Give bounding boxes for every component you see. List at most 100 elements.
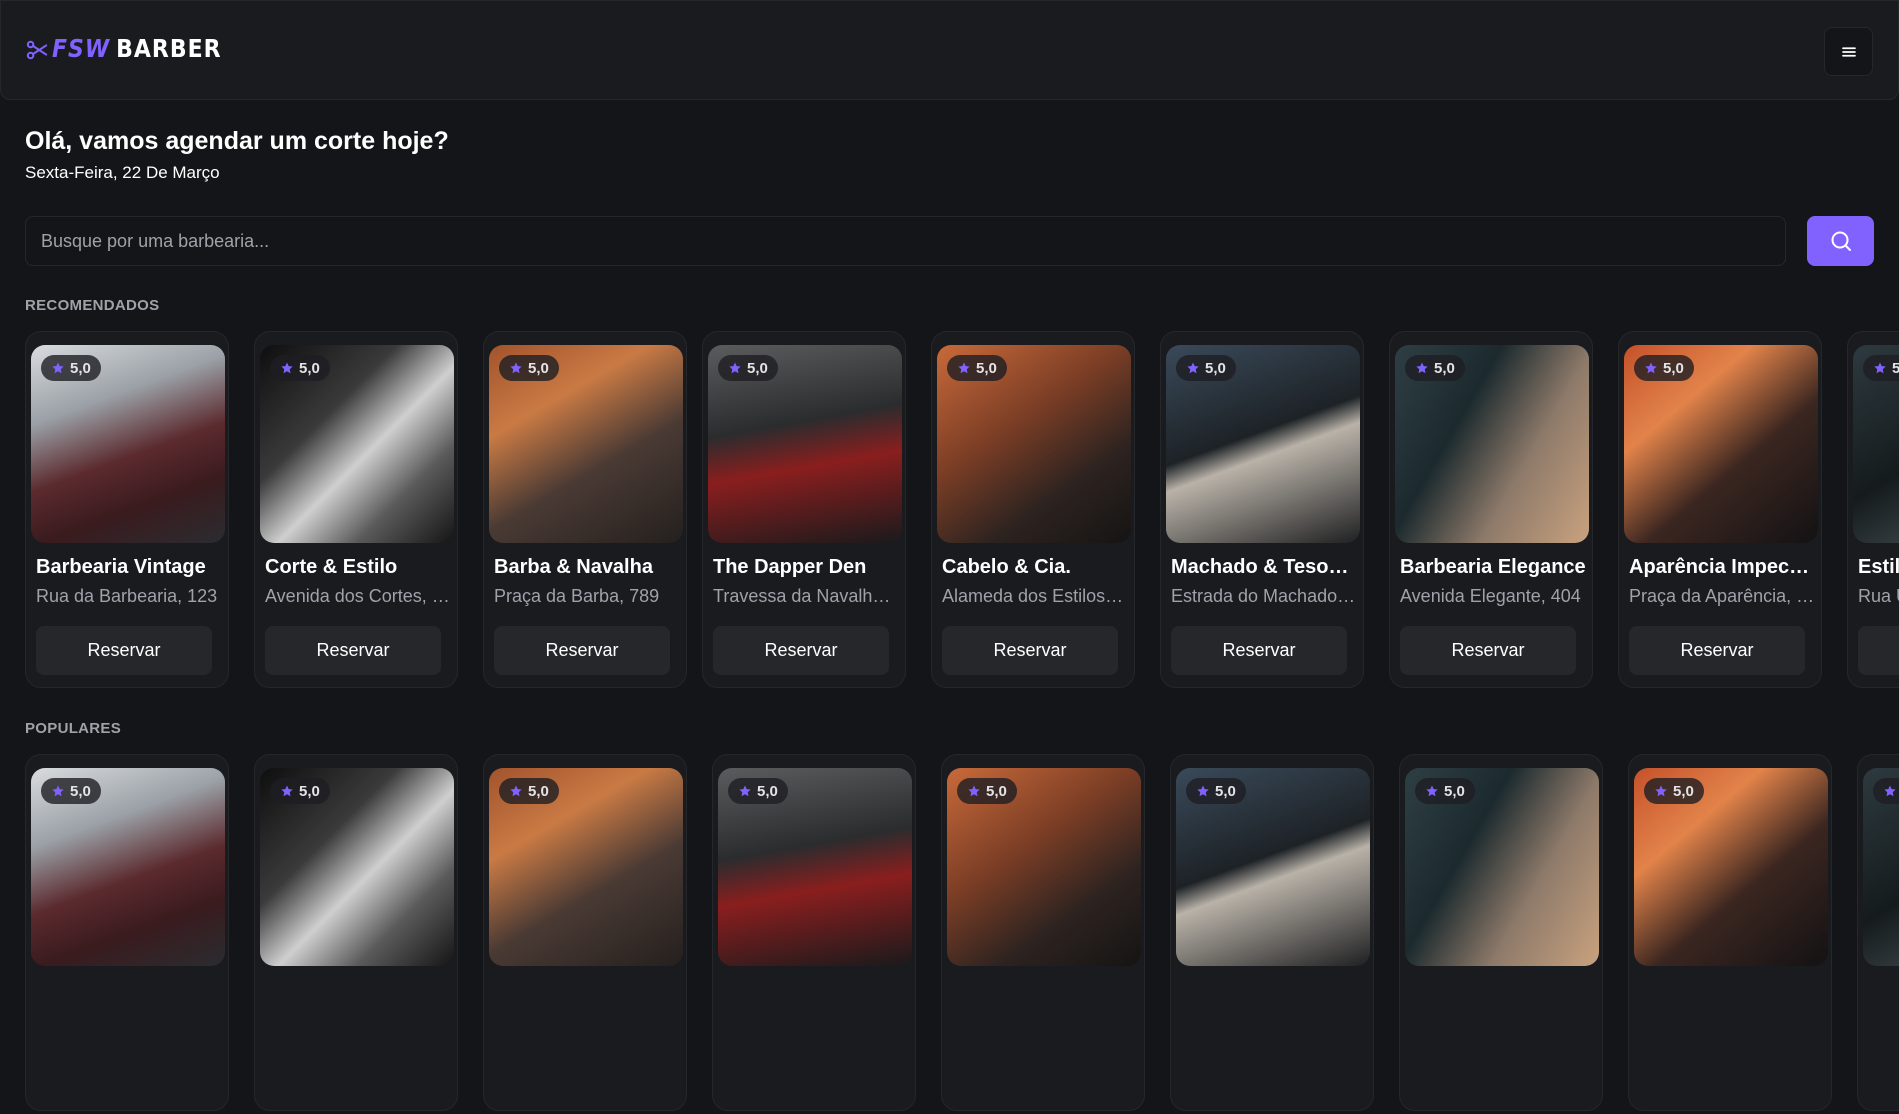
rating-value: 5,0 — [299, 782, 320, 800]
rating-badge: 5,0 — [1186, 778, 1246, 804]
recommended-carousel[interactable]: 5,0 Barbearia Vintage Rua da Barbearia, 12… — [25, 331, 1899, 691]
barbershop-address: Avenida dos Cortes, 456 — [265, 586, 451, 606]
reserve-button[interactable]: Reservar — [713, 626, 889, 675]
reserve-button[interactable]: Reservar — [494, 626, 670, 675]
rating-badge: 5,0 — [270, 355, 330, 381]
greeting-title: Olá, vamos agendar um corte hoje? — [25, 127, 449, 155]
reserve-button[interactable]: Reservar — [265, 626, 441, 675]
barbershop-card[interactable]: 5,0 Barbearia Vintage Rua da Barbearia, 12… — [25, 331, 229, 688]
rating-value: 5,0 — [1892, 359, 1899, 377]
barbershop-card[interactable]: 5,0 — [1399, 754, 1603, 1111]
barbershop-image: 5,0 — [1634, 768, 1828, 966]
star-icon — [1884, 785, 1896, 797]
barbershop-image: 5,0 — [1624, 345, 1818, 543]
app-header: FSW BARBER — [0, 0, 1899, 100]
barbershop-name: Corte & Estilo — [265, 556, 398, 578]
star-icon — [510, 362, 522, 374]
rating-value: 5,0 — [986, 782, 1007, 800]
rating-value: 5,0 — [70, 359, 91, 377]
rating-value: 5,0 — [1215, 782, 1236, 800]
star-icon — [968, 785, 980, 797]
logo-text: FSW BARBER — [52, 35, 222, 64]
barbershop-image: 5,0 — [947, 768, 1141, 966]
logo[interactable]: FSW BARBER — [26, 35, 222, 64]
rating-value: 5,0 — [747, 359, 768, 377]
menu-button[interactable] — [1824, 27, 1873, 76]
rating-value: 5,0 — [1663, 359, 1684, 377]
barbershop-name: The Dapper Den — [713, 556, 867, 578]
barbershop-card[interactable]: 5,0 — [1628, 754, 1832, 1111]
barbershop-card[interactable]: 5,0 — [25, 754, 229, 1111]
reserve-button[interactable]: Reservar — [1629, 626, 1805, 675]
barbershop-card[interactable]: 5,0 Estilo Urbano Rua Urbana, 606 Reservar — [1847, 331, 1899, 688]
barbershop-name: Barbearia Vintage — [36, 556, 206, 578]
barbershop-name: Barbearia Elegance — [1400, 556, 1586, 578]
star-icon — [1655, 785, 1667, 797]
rating-badge: 5,0 — [499, 355, 559, 381]
barbershop-name: Aparência Impecável — [1629, 556, 1815, 578]
rating-badge: 5,0 — [1863, 355, 1899, 381]
star-icon — [1874, 362, 1886, 374]
barbershop-card[interactable]: 5,0 The Dapper Den Travessa da Navalha, 10… — [702, 331, 906, 688]
barbershop-card[interactable]: 5,0 Machado & Tesoura Estrada do Machado, … — [1160, 331, 1364, 688]
search-button[interactable] — [1807, 216, 1874, 266]
barbershop-image: 5,0 — [1395, 345, 1589, 543]
barbershop-name: Barba & Navalha — [494, 556, 653, 578]
reserve-button[interactable]: Reservar — [1400, 626, 1576, 675]
logo-name: BARBER — [116, 35, 222, 64]
rating-value: 5,0 — [757, 782, 778, 800]
barbershop-address: Travessa da Navalha, 101 — [713, 586, 899, 606]
reserve-button[interactable]: Reservar — [36, 626, 212, 675]
popular-carousel[interactable]: 5,0 5,0 5,0 5,0 5,0 5,0 5,0 5,0 5,0 — [25, 754, 1899, 1114]
reserve-button[interactable]: Reservar — [1171, 626, 1347, 675]
barbershop-image: 5,0 — [1176, 768, 1370, 966]
barbershop-address: Praça da Barba, 789 — [494, 586, 660, 606]
barbershop-name: Machado & Tesoura — [1171, 556, 1357, 578]
rating-badge: 5,0 — [957, 778, 1017, 804]
star-icon — [1187, 362, 1199, 374]
barbershop-image: 5,0 — [718, 768, 912, 966]
search-input[interactable] — [25, 216, 1786, 266]
barbershop-address: Rua Urbana, 606 — [1858, 586, 1899, 606]
barbershop-card[interactable]: 5,0 — [712, 754, 916, 1111]
rating-value: 5,0 — [1673, 782, 1694, 800]
star-icon — [1416, 362, 1428, 374]
rating-badge: 5,0 — [1634, 355, 1694, 381]
star-icon — [52, 785, 64, 797]
reserve-button[interactable]: Reservar — [942, 626, 1118, 675]
barbershop-card[interactable]: 5,0 — [254, 754, 458, 1111]
barbershop-card[interactable]: 5,0 — [941, 754, 1145, 1111]
barbershop-card[interactable]: 5,0 — [483, 754, 687, 1111]
barbershop-image: 5,0 — [708, 345, 902, 543]
reserve-button[interactable]: Reservar — [1858, 626, 1899, 675]
barbershop-card[interactable]: 5,0 Aparência Impecável Praça da Aparência… — [1618, 331, 1822, 688]
barbershop-image: 5,0 — [1166, 345, 1360, 543]
barbershop-image: 5,0 — [1405, 768, 1599, 966]
barbershop-image: 5,0 — [260, 345, 454, 543]
rating-value: 5,0 — [70, 782, 91, 800]
barbershop-address: Estrada do Machado, 303 — [1171, 586, 1357, 606]
rating-badge: 5,0 — [1415, 778, 1475, 804]
rating-value: 5,0 — [528, 359, 549, 377]
rating-badge: 5,0 — [270, 778, 330, 804]
rating-badge: 5,0 — [1405, 355, 1465, 381]
star-icon — [1197, 785, 1209, 797]
barbershop-card[interactable]: 5,0 — [1170, 754, 1374, 1111]
star-icon — [281, 785, 293, 797]
barbershop-address: Alameda dos Estilos, 202 — [942, 586, 1128, 606]
section-title-recommended: RECOMENDADOS — [25, 297, 160, 314]
star-icon — [52, 362, 64, 374]
barbershop-card[interactable]: 5,0 Corte & Estilo Avenida dos Cortes, 456… — [254, 331, 458, 688]
rating-value: 5,0 — [528, 782, 549, 800]
barbershop-card[interactable]: 5,0 — [1857, 754, 1899, 1111]
barbershop-image: 5,0 — [1853, 345, 1899, 543]
star-icon — [958, 362, 970, 374]
barbershop-card[interactable]: 5,0 Barbearia Elegance Avenida Elegante, 4… — [1389, 331, 1593, 688]
barbershop-card[interactable]: 5,0 Cabelo & Cia. Alameda dos Estilos, 202… — [931, 331, 1135, 688]
barbershop-card[interactable]: 5,0 Barba & Navalha Praça da Barba, 789 Res… — [483, 331, 687, 688]
menu-icon — [1841, 46, 1856, 57]
rating-badge: 5,0 — [41, 355, 101, 381]
barbershop-address: Praça da Aparência, 505 — [1629, 586, 1815, 606]
star-icon — [739, 785, 751, 797]
scissors-icon — [26, 40, 48, 59]
